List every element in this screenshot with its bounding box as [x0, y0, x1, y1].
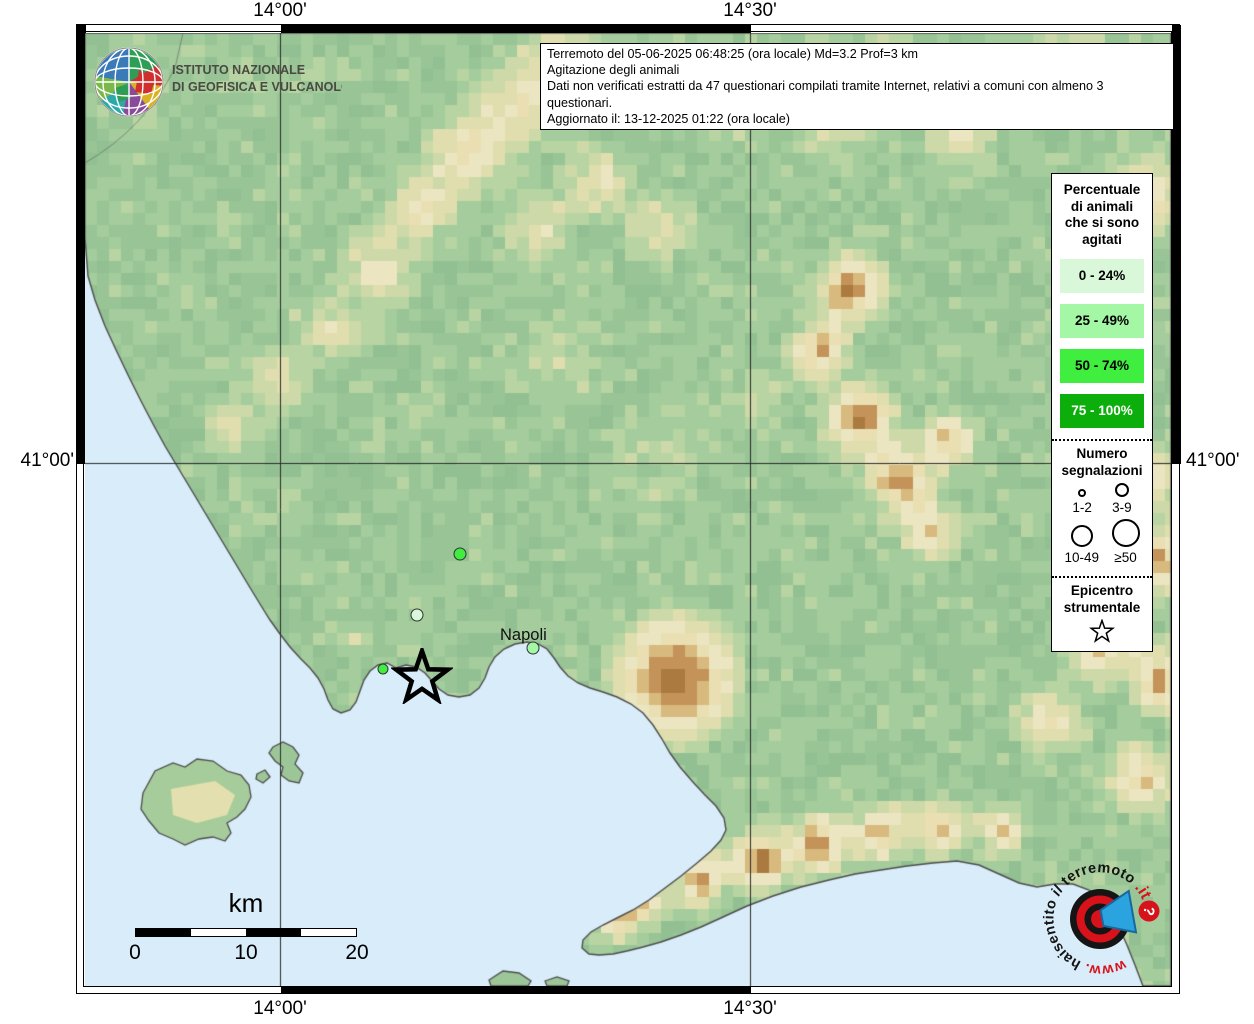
scalebar-segment — [136, 929, 191, 936]
scalebar-bar — [135, 928, 357, 937]
report-count-circle-icon — [1115, 483, 1129, 497]
legend-circle-row: 1-2 3-9 — [1052, 483, 1152, 515]
info-line-event: Terremoto del 05-06-2025 06:48:25 (ora l… — [547, 46, 1167, 62]
info-line-source: Dati non verificati estratti da 47 quest… — [547, 78, 1167, 110]
legend-circle-item: 10-49 — [1064, 525, 1099, 565]
axis-tick-left-lat: 41°00' — [2, 450, 74, 472]
legend-epicenter-title: Epicentro strumentale — [1052, 583, 1152, 616]
ingv-name-line1: ISTITUTO NAZIONALE — [172, 63, 305, 77]
terrain-map-canvas — [85, 33, 1171, 986]
legend-percent-title: Percentuale di animali che si sono agita… — [1052, 182, 1152, 248]
axis-tick-bottom-lon2: 14°30' — [690, 998, 810, 1020]
ingv-name-line2: DI GEOFISICA E VULCANOLOGIA — [172, 80, 342, 94]
legend-circle-row: 10-49 ≥50 — [1052, 519, 1152, 565]
axis-tick-top-lon1: 14°00' — [220, 0, 340, 22]
report-count-circle-icon — [1078, 489, 1086, 497]
haisentito-map-page: { "info_box": { "lines": [ "Terremoto de… — [0, 0, 1254, 1024]
ingv-logo: ISTITUTO NAZIONALE DI GEOFISICA E VULCAN… — [92, 44, 342, 120]
legend-swatch: 0 - 24% — [1060, 259, 1144, 293]
legend-panel: Percentuale di animali che si sono agita… — [1051, 173, 1153, 652]
scalebar-segment — [191, 929, 246, 936]
legend-reports-section: Numero segnalazioni 1-2 3-9 10-49 ≥50 — [1052, 439, 1152, 565]
legend-swatch: 25 - 49% — [1060, 304, 1144, 338]
info-line-type: Agitazione degli animali — [547, 62, 1167, 78]
epicenter-star-icon — [391, 648, 453, 704]
report-dot — [527, 642, 540, 655]
scalebar-unit-label: km — [201, 888, 291, 919]
axis-tick-bottom-lon1: 14°00' — [220, 998, 340, 1020]
legend-circle-label: 1-2 — [1072, 500, 1092, 515]
earthquake-info-box: Terremoto del 05-06-2025 06:48:25 (ora l… — [540, 43, 1174, 130]
haisentitoilterremoto-logo: www. haisentito il terremoto .it ? — [1025, 844, 1175, 994]
legend-circle-item: 3-9 — [1112, 483, 1132, 515]
legend-circle-label: 10-49 — [1064, 550, 1099, 565]
scalebar-segment — [301, 929, 356, 936]
report-count-circle-icon — [1112, 519, 1140, 547]
legend-circle-label: ≥50 — [1112, 550, 1140, 565]
legend-percent-swatches: 0 - 24% 25 - 49% 50 - 74% 75 - 100% — [1052, 259, 1152, 428]
logo-text-terremoto: terremoto — [1058, 860, 1138, 889]
logo-text-www: www. — [1083, 956, 1130, 978]
logo-text-il: il — [1048, 882, 1067, 899]
info-line-updated: Aggiornato il: 13-12-2025 01:22 (ora loc… — [547, 111, 1167, 127]
report-dot — [411, 609, 424, 622]
report-dot — [378, 664, 389, 675]
legend-swatch: 50 - 74% — [1060, 349, 1144, 383]
scalebar-tick-10: 10 — [216, 941, 276, 965]
report-count-circle-icon — [1071, 525, 1093, 547]
axis-tick-right-lat: 41°00' — [1186, 450, 1254, 472]
logo-text-it: .it — [1131, 879, 1154, 902]
ingv-globe-icon — [95, 48, 164, 116]
scalebar-tick-20: 20 — [327, 941, 387, 965]
axis-tick-top-lon2: 14°30' — [690, 0, 810, 22]
report-dot — [454, 548, 467, 561]
legend-epicenter-star-icon — [1089, 619, 1115, 643]
map-viewport: Napoli km 0 10 20 — [85, 33, 1171, 986]
legend-circle-item: 1-2 — [1072, 485, 1092, 515]
legend-epicenter-section: Epicentro strumentale — [1052, 576, 1152, 643]
legend-circle-label: 3-9 — [1112, 500, 1132, 515]
scalebar-tick-0: 0 — [105, 941, 165, 965]
legend-swatch: 75 - 100% — [1060, 394, 1144, 428]
legend-circle-item: ≥50 — [1112, 519, 1140, 565]
legend-reports-title: Numero segnalazioni — [1052, 446, 1152, 479]
neatline-segment — [281, 986, 751, 994]
scalebar-segment — [246, 929, 301, 936]
legend-report-circles: 1-2 3-9 10-49 ≥50 — [1052, 483, 1152, 565]
